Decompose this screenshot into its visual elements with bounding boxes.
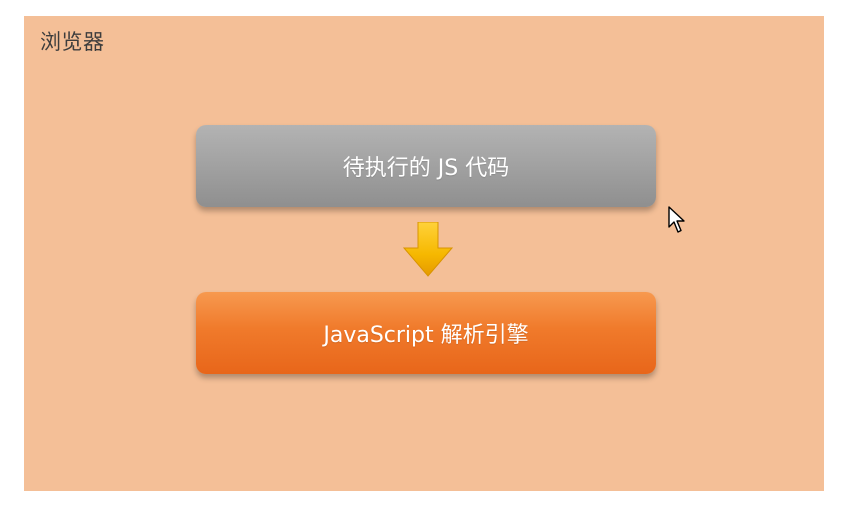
slide: 浏览器 待执行的 JS 代码 JavaScript 解析引擎 xyxy=(24,16,824,491)
js-engine-box: JavaScript 解析引擎 xyxy=(196,292,656,374)
js-engine-label: JavaScript 解析引擎 xyxy=(323,323,529,348)
slide-title: 浏览器 xyxy=(40,30,105,54)
down-arrow-icon xyxy=(402,222,454,277)
mouse-cursor-icon xyxy=(668,206,685,233)
js-code-label: 待执行的 JS 代码 xyxy=(342,156,510,181)
js-code-box: 待执行的 JS 代码 xyxy=(196,125,656,207)
